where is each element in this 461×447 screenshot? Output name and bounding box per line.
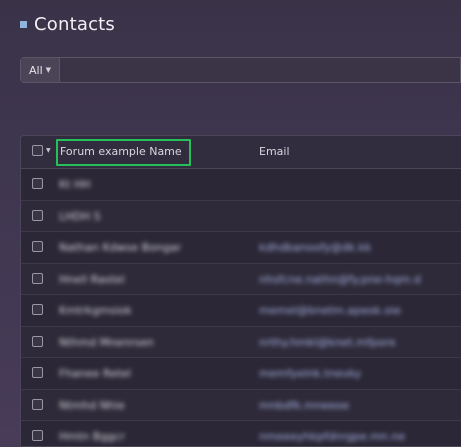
table-row[interactable]: Kmtrkgmsiok memel@bnetm.apeok.oie: [21, 295, 461, 327]
contact-email: nhsfcne.nathn@fy.pne-hqm.d: [259, 272, 421, 286]
contact-email: nmeeeyhkpfdnrgpe.mn.ne: [259, 430, 406, 443]
row-checkbox[interactable]: [32, 209, 43, 221]
caret-down-icon: ▼: [45, 66, 52, 74]
contact-name: Hmtn Bggcr: [59, 430, 125, 443]
row-checkbox[interactable]: [32, 304, 43, 315]
table-row[interactable]: Nthmd Mnenrsen nrthy.hmkl@knet.mfpore: [21, 327, 461, 358]
select-all-control[interactable]: ▼: [32, 145, 51, 156]
contact-email: memfyelnk.tnevky: [259, 367, 362, 380]
table-row[interactable]: Fhanee Retel memfyelnk.tnevky: [21, 358, 461, 390]
contact-name: Kmtrkgmsiok: [59, 304, 132, 317]
table-row[interactable]: Hmtn Bggcr nmeeeyhkpfdnrgpe.mn.ne: [21, 421, 461, 446]
search-bar: All ▼: [20, 57, 461, 83]
table-row[interactable]: Kt HH: [21, 169, 461, 201]
table-row[interactable]: Nathan Kdwse Bongar kdhdbanoofy@dk.kk: [21, 232, 461, 264]
row-checkbox[interactable]: [32, 335, 43, 347]
row-checkbox[interactable]: [32, 430, 43, 441]
contact-name: Fhanee Retel: [59, 367, 132, 380]
contact-email: memel@bnetm.apeok.oie: [259, 304, 401, 317]
row-checkbox[interactable]: [32, 241, 43, 252]
column-header-email[interactable]: Email: [259, 145, 290, 158]
contact-email: nrthy.hmkl@knet.mfpore: [259, 335, 396, 349]
contacts-table: ▼ Forum example Name Email Kt HH LHDH S …: [20, 135, 461, 447]
table-row[interactable]: Hnell Rastel nhsfcne.nathn@fy.pne-hqm.d: [21, 264, 461, 295]
table-row[interactable]: LHDH S: [21, 201, 461, 232]
highlight-box: [56, 139, 191, 166]
caret-down-icon[interactable]: ▼: [46, 147, 51, 154]
page-title: Contacts: [34, 14, 116, 35]
search-input[interactable]: [61, 58, 459, 82]
select-all-checkbox[interactable]: [32, 145, 43, 156]
contact-email: mnbdfk.mneeoe: [259, 398, 350, 412]
title-square-icon: [20, 21, 27, 28]
contact-name: Ntmhd Nhie: [59, 398, 125, 412]
table-header: ▼ Forum example Name Email: [21, 136, 461, 169]
page-header: Contacts: [20, 14, 115, 35]
contact-name: Nthmd Mnenrsen: [59, 335, 154, 349]
row-checkbox[interactable]: [32, 178, 43, 189]
table-body: Kt HH LHDH S Nathan Kdwse Bongar kdhdbano…: [21, 169, 461, 446]
filter-dropdown-button[interactable]: All ▼: [21, 58, 60, 82]
filter-label: All: [28, 63, 43, 77]
contact-name: Hnell Rastel: [59, 272, 125, 286]
contact-name: Kt HH: [59, 178, 91, 191]
contact-name: Nathan Kdwse Bongar: [59, 241, 182, 254]
row-checkbox[interactable]: [32, 398, 43, 410]
contact-name: LHDH S: [59, 209, 101, 223]
row-checkbox[interactable]: [32, 367, 43, 378]
row-checkbox[interactable]: [32, 272, 43, 284]
contact-email: kdhdbanoofy@dk.kk: [259, 241, 372, 254]
table-row[interactable]: Ntmhd Nhie mnbdfk.mneeoe: [21, 390, 461, 421]
